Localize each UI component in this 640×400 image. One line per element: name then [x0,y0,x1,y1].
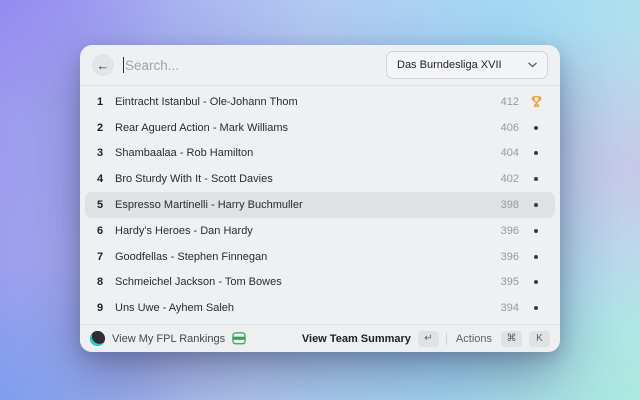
league-dropdown[interactable]: Das Burndesliga XVII [386,51,548,79]
ranking-row[interactable]: 2 Rear Aguerd Action - Mark Williams 406 [85,115,555,141]
topbar: ← Search... Das Burndesliga XVII [80,45,560,85]
ranking-row[interactable]: 1 Eintracht Istanbul - Ole-Johann Thom 4… [85,89,555,115]
dot-icon [529,255,543,259]
team-manager-label: Bro Sturdy With It - Scott Davies [115,173,501,185]
fpl-rankings-window: ← Search... Das Burndesliga XVII 1 Eintr… [80,45,560,352]
footer-command-label: View My FPL Rankings [112,333,225,345]
points-value: 395 [501,276,519,288]
search-placeholder: Search... [125,58,179,73]
dot-icon [529,229,543,233]
rank-number: 7 [97,251,107,263]
rank-number: 2 [97,122,107,134]
ranking-row[interactable]: 5 Espresso Martinelli - Harry Buchmuller… [85,192,555,218]
team-manager-label: Eintracht Istanbul - Ole-Johann Thom [115,96,501,108]
league-dropdown-value: Das Burndesliga XVII [397,59,502,71]
points-value: 396 [501,251,519,263]
points-value: 406 [501,122,519,134]
points-value: 396 [501,225,519,237]
back-arrow-icon: ← [97,59,110,72]
enter-key-badge[interactable]: ↵ [418,331,439,347]
team-manager-label: Goodfellas - Stephen Finnegan [115,251,501,263]
rank-number: 8 [97,276,107,288]
dot-icon [529,306,543,310]
search-input[interactable]: Search... [123,57,377,73]
ranking-row[interactable]: 4 Bro Sturdy With It - Scott Davies 402 [85,166,555,192]
team-manager-label: Uns Uwe - Ayhem Saleh [115,302,501,314]
dot-icon [529,126,543,130]
trophy-icon [529,95,543,108]
k-key-badge[interactable]: K [529,331,550,347]
points-value: 404 [501,147,519,159]
points-value: 394 [501,302,519,314]
team-manager-label: Hardy's Heroes - Dan Hardy [115,225,501,237]
view-team-summary-button[interactable]: View Team Summary [302,333,411,345]
rank-number: 1 [97,96,107,108]
ranking-row[interactable]: 3 Shambaalaa - Rob Hamilton 404 [85,141,555,167]
rank-number: 4 [97,173,107,185]
window-card-icon [232,332,246,345]
points-value: 398 [501,199,519,211]
ranking-row[interactable]: 9 Uns Uwe - Ayhem Saleh 394 [85,295,555,321]
dot-icon [529,203,543,207]
team-manager-label: Rear Aguerd Action - Mark Williams [115,122,501,134]
team-manager-label: Espresso Martinelli - Harry Buchmuller [115,199,501,211]
footer: View My FPL Rankings View Team Summary ↵… [80,324,560,352]
ranking-row[interactable]: 8 Schmeichel Jackson - Tom Bowes 395 [85,269,555,295]
team-manager-label: Schmeichel Jackson - Tom Bowes [115,276,501,288]
ranking-row[interactable]: 6 Hardy's Heroes - Dan Hardy 396 [85,218,555,244]
footer-divider [446,333,447,345]
rank-number: 3 [97,147,107,159]
team-manager-label: Shambaalaa - Rob Hamilton [115,147,501,159]
ranking-row[interactable]: 7 Goodfellas - Stephen Finnegan 396 [85,244,555,270]
actions-button[interactable]: Actions [456,333,492,345]
cmd-key-badge[interactable]: ⌘ [501,331,522,347]
back-button[interactable]: ← [92,54,114,76]
rank-number: 9 [97,302,107,314]
points-value: 412 [501,96,519,108]
text-caret [123,57,124,73]
fpl-app-icon [90,331,105,346]
points-value: 402 [501,173,519,185]
dot-icon [529,177,543,181]
dot-icon [529,280,543,284]
rank-number: 5 [97,199,107,211]
rank-number: 6 [97,225,107,237]
rankings-list: 1 Eintracht Istanbul - Ole-Johann Thom 4… [80,86,560,324]
chevron-down-icon [528,62,537,68]
dot-icon [529,151,543,155]
